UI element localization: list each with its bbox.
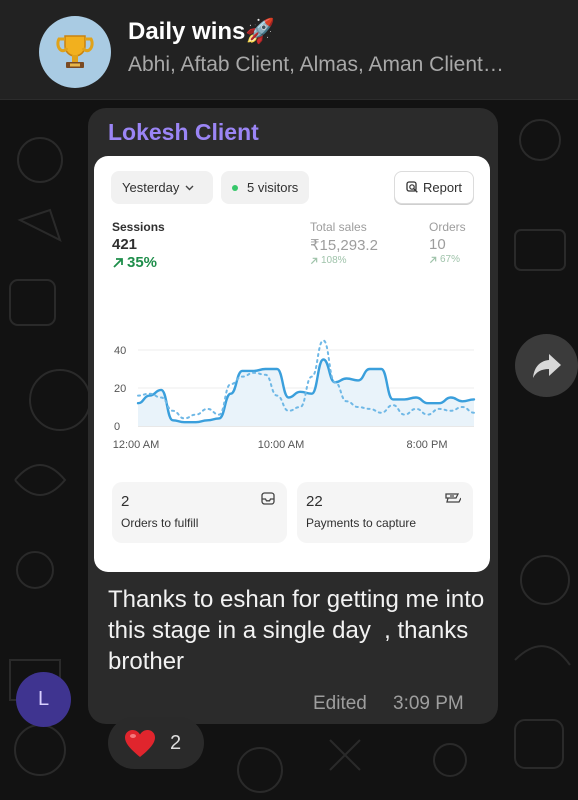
group-avatar[interactable] (39, 16, 111, 88)
payments-label: Payments to capture (306, 516, 417, 530)
message-bubble[interactable]: Lokesh Client Yesterday 5 visitors Repor… (88, 108, 498, 724)
reaction-count: 2 (170, 731, 182, 754)
fulfill-count: 2 (121, 493, 130, 510)
payments-to-capture-tile[interactable]: 22 Payments to capture (297, 482, 473, 543)
fulfill-label: Orders to fulfill (121, 516, 199, 530)
orders-change: 67% (429, 254, 466, 265)
arrow-up-right-icon (429, 256, 437, 263)
y-tick-label: 20 (114, 383, 126, 395)
metric-total-sales[interactable]: Total sales ₹15,293.2 108% (310, 220, 378, 266)
report-button[interactable]: Report (394, 171, 474, 204)
sessions-line-chart: 40 20 0 12:00 AM 10:00 AM 8:00 PM (113, 339, 476, 451)
analytics-screenshot[interactable]: Yesterday 5 visitors Report Sessions 421… (94, 156, 490, 572)
date-range-label: Yesterday (122, 180, 180, 195)
forward-button[interactable] (515, 334, 578, 397)
y-tick-label: 40 (114, 345, 126, 357)
cash-icon (445, 493, 461, 503)
heart-reaction[interactable]: 2 (108, 717, 204, 769)
sales-change-value: 108% (321, 255, 347, 266)
sales-label: Total sales (310, 220, 367, 234)
group-members: Abhi, Aftab Client, Almas, Aman Client… (128, 53, 504, 76)
inbox-icon (261, 492, 275, 505)
y-tick-label: 0 (114, 421, 120, 433)
report-search-icon (406, 181, 418, 193)
date-range-picker[interactable]: Yesterday (111, 171, 213, 204)
sessions-change-value: 35% (127, 254, 158, 271)
live-dot-icon (232, 184, 238, 191)
live-visitors-pill[interactable]: 5 visitors (221, 171, 309, 204)
metric-orders[interactable]: Orders 10 67% (429, 220, 466, 265)
x-tick-label: 10:00 AM (258, 439, 304, 451)
sender-name[interactable]: Lokesh Client (108, 119, 259, 146)
x-tick-label: 8:00 PM (407, 439, 448, 451)
orders-label: Orders (429, 220, 466, 234)
report-label: Report (423, 180, 463, 195)
metric-sessions[interactable]: Sessions 421 35% (112, 220, 165, 271)
group-title: Daily wins🚀 (128, 18, 276, 45)
orders-to-fulfill-tile[interactable]: 2 Orders to fulfill (112, 482, 287, 543)
orders-change-value: 67% (440, 254, 461, 265)
chat-header[interactable]: Daily wins🚀 Abhi, Aftab Client, Almas, A… (0, 0, 578, 100)
edited-label: Edited (313, 693, 367, 714)
visitors-label: 5 visitors (247, 180, 299, 195)
sessions-change: 35% (112, 254, 165, 271)
message-text: Thanks to eshan for getting me into this… (108, 586, 491, 675)
chevron-down-icon (185, 185, 194, 190)
message-time: 3:09 PM (393, 693, 464, 714)
orders-value: 10 (429, 236, 446, 253)
payments-count: 22 (306, 493, 323, 510)
trophy-icon (56, 35, 94, 68)
x-tick-label: 12:00 AM (113, 439, 159, 451)
share-arrow-icon (532, 353, 561, 378)
sessions-label: Sessions (112, 220, 165, 234)
sales-value: ₹15,293.2 (310, 237, 378, 254)
sender-avatar[interactable]: L (16, 672, 71, 727)
heart-icon (125, 729, 155, 757)
sessions-value: 421 (112, 236, 138, 253)
sales-change: 108% (310, 255, 378, 266)
arrow-up-right-icon (310, 257, 318, 264)
arrow-up-right-icon (113, 257, 123, 268)
